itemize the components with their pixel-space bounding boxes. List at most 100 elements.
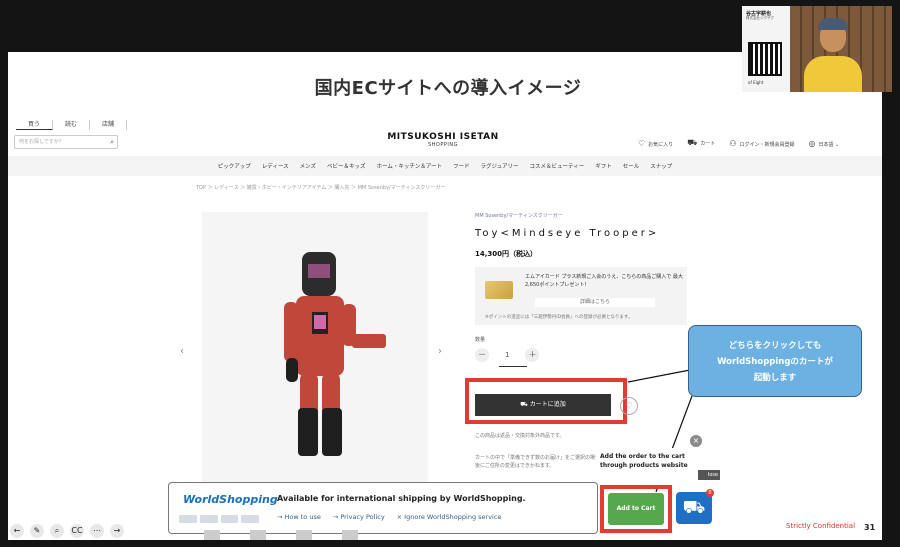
next-image-arrow[interactable]: › bbox=[438, 346, 442, 357]
cart-link[interactable]: ⛟ カート bbox=[687, 138, 715, 148]
thumbnail[interactable] bbox=[296, 530, 312, 540]
favorites-label: お気に入り bbox=[648, 141, 674, 148]
thumbnail-strip bbox=[204, 530, 444, 540]
nav-item[interactable]: メンズ bbox=[300, 162, 316, 170]
nav-item[interactable]: ラグジュアリー bbox=[481, 162, 519, 170]
tab-stores[interactable]: 店舗 bbox=[90, 120, 128, 130]
callout-line-1: どちらをクリックしても bbox=[728, 341, 822, 351]
nav-item[interactable]: セール bbox=[623, 162, 640, 170]
add-to-cart-label: カートに追加 bbox=[529, 401, 566, 408]
language-label: 日本語 bbox=[818, 141, 834, 148]
presentation-slide: 国内ECサイトへの導入イメージ 買う 読む 店舗 何をお探しですか？ ⌕ MIT… bbox=[8, 52, 882, 540]
speaker-card: 谷古宇耕也 株式会社ジグザグ of Eight bbox=[742, 6, 790, 92]
captions-icon[interactable]: CC bbox=[70, 524, 84, 538]
site-tabs: 買う 読む 店舗 bbox=[16, 120, 128, 130]
login-label: ログイン・新規会員登録 bbox=[739, 141, 795, 148]
qr-code bbox=[748, 42, 782, 76]
worldshopping-message: Available for international shipping by … bbox=[277, 494, 526, 503]
ws-cart-button[interactable]: ⛟ bbox=[676, 492, 712, 524]
product-price: 14,300円（税込） bbox=[475, 250, 538, 258]
more-icon[interactable]: ⋯ bbox=[90, 524, 104, 538]
header-actions: ♡ お気に入り ⛟ カート ⚇ ログイン・新規会員登録 ◎ 日本語 ⌄ bbox=[638, 138, 839, 148]
cart-label: カート bbox=[700, 141, 716, 147]
thumbnail[interactable] bbox=[342, 530, 358, 540]
how-to-use-link[interactable]: → How to use bbox=[277, 513, 321, 521]
quantity-label: 数量 bbox=[475, 337, 486, 343]
search-icon[interactable]: ⌕ bbox=[110, 136, 114, 148]
pen-icon[interactable]: ✎ bbox=[30, 524, 44, 538]
cart-count-badge: 0 bbox=[706, 489, 714, 497]
worldshopping-links: → How to use → Privacy Policy × Ignore W… bbox=[277, 513, 501, 521]
tooltip-line-1: Add the order to the cart bbox=[600, 453, 685, 460]
cart-icon: ⛟ bbox=[520, 401, 530, 408]
worldshopping-banner: WorldShopping Available for internationa… bbox=[168, 482, 598, 534]
user-icon: ⚇ bbox=[729, 138, 737, 148]
thumbnail[interactable] bbox=[250, 530, 266, 540]
language-select[interactable]: ◎ 日本語 ⌄ bbox=[808, 139, 839, 148]
heart-icon: ♡ bbox=[638, 138, 646, 148]
prev-image-arrow[interactable]: ‹ bbox=[180, 346, 184, 357]
nav-item[interactable]: ベビー＆キッズ bbox=[327, 162, 366, 170]
forward-arrow-icon[interactable]: → bbox=[110, 524, 124, 538]
brand-main: MITSUKOSHI ISETAN bbox=[387, 132, 499, 142]
cart-icon: ⛟ bbox=[682, 497, 706, 518]
ws-add-to-cart-button[interactable]: Add to Cart bbox=[608, 493, 664, 525]
confidential-label: Strictly Confidential bbox=[786, 522, 856, 530]
category-nav: ピックアップ レディース メンズ ベビー＆キッズ ホーム・キッチン＆アート フー… bbox=[8, 156, 882, 176]
cart-icon: ⛟ bbox=[687, 138, 698, 147]
thumbnail[interactable] bbox=[204, 530, 220, 540]
brand-sub: SHOPPING bbox=[428, 142, 458, 148]
search-input[interactable]: 何をお探しですか？ ⌕ bbox=[14, 135, 118, 149]
nav-item[interactable]: フード bbox=[453, 162, 470, 170]
breadcrumb[interactable]: TOP ＞ レディース ＞ 雑貨・ホビー・インテリアアイテム ＞ 購入先 ＞ M… bbox=[196, 184, 445, 191]
presentation-toolbar: ← ✎ ⌕ CC ⋯ → bbox=[10, 524, 124, 538]
favorites-link[interactable]: ♡ お気に入り bbox=[638, 139, 673, 148]
close-tab[interactable]: lose bbox=[698, 470, 720, 480]
return-note: この商品は返品・交換対象外商品です。 bbox=[475, 433, 565, 439]
nav-item[interactable]: コスメ＆ビューティー bbox=[530, 162, 585, 170]
callout-line-2: WorldShoppingのカートが bbox=[717, 357, 833, 367]
payment-logo bbox=[199, 515, 218, 523]
promo-details-link[interactable]: 詳細はこちら bbox=[535, 298, 655, 307]
qty-value[interactable]: 1 bbox=[505, 351, 509, 359]
nav-item[interactable]: ホーム・キッチン＆アート bbox=[377, 162, 443, 170]
back-arrow-icon[interactable]: ← bbox=[10, 524, 24, 538]
site-logo[interactable]: MITSUKOSHI ISETAN SHOPPING bbox=[368, 132, 518, 148]
speaker-video: 谷古宇耕也 株式会社ジグザグ of Eight bbox=[742, 6, 892, 92]
nav-item[interactable]: ギフト bbox=[595, 162, 612, 170]
add-to-cart-tooltip: Add the order to the cart through produc… bbox=[596, 448, 712, 488]
nav-item[interactable]: スナップ bbox=[650, 162, 672, 170]
add-to-cart-button[interactable]: ⛟ カートに追加 bbox=[475, 394, 611, 416]
qty-minus-button[interactable]: － bbox=[475, 348, 489, 362]
speaker-body bbox=[804, 56, 862, 92]
zoom-icon[interactable]: ⌕ bbox=[50, 524, 64, 538]
payment-logos bbox=[179, 515, 259, 523]
callout-pointer-lines bbox=[627, 369, 693, 493]
qr-caption: of Eight bbox=[748, 80, 764, 85]
favorite-button[interactable]: ♡ bbox=[620, 397, 638, 415]
nav-item[interactable]: ピックアップ bbox=[218, 162, 251, 170]
tooltip-line-2: through products website bbox=[600, 462, 688, 469]
nav-item[interactable]: レディース bbox=[262, 162, 289, 170]
tab-read[interactable]: 読む bbox=[53, 120, 91, 130]
login-link[interactable]: ⚇ ログイン・新規会員登録 bbox=[729, 139, 794, 148]
privacy-policy-link[interactable]: → Privacy Policy bbox=[333, 513, 385, 521]
quantity-stepper: － 1 ＋ bbox=[475, 348, 540, 362]
speaker-company: 株式会社ジグザグ bbox=[746, 16, 774, 20]
card-promo: エムアイカード プラス新規ご入会のうえ、こちらの商品ご購入で 最大 2,650ポ… bbox=[475, 267, 687, 325]
close-icon[interactable]: × bbox=[690, 435, 702, 447]
ignore-service-link[interactable]: × Ignore WorldShopping service bbox=[397, 513, 502, 521]
product-image[interactable] bbox=[202, 212, 428, 484]
payment-logo bbox=[179, 515, 197, 523]
product-brand[interactable]: MM Sosenby/マーティンスクリーガー bbox=[475, 212, 563, 219]
screen: 国内ECサイトへの導入イメージ 買う 読む 店舗 何をお探しですか？ ⌕ MIT… bbox=[0, 0, 900, 547]
promo-text: エムアイカード プラス新規ご入会のうえ、こちらの商品ご購入で 最大 2,650ポ… bbox=[525, 274, 683, 288]
tab-buy[interactable]: 買う bbox=[16, 120, 54, 130]
qty-underline bbox=[499, 366, 527, 367]
qty-plus-button[interactable]: ＋ bbox=[525, 348, 540, 362]
speaker-cap bbox=[818, 18, 848, 30]
payment-logo bbox=[241, 515, 259, 523]
globe-icon: ◎ bbox=[808, 138, 816, 148]
explanation-callout: どちらをクリックしても WorldShoppingのカートが 起動します bbox=[688, 325, 862, 397]
product-name: Toy<Mindseye Trooper> bbox=[475, 228, 660, 239]
